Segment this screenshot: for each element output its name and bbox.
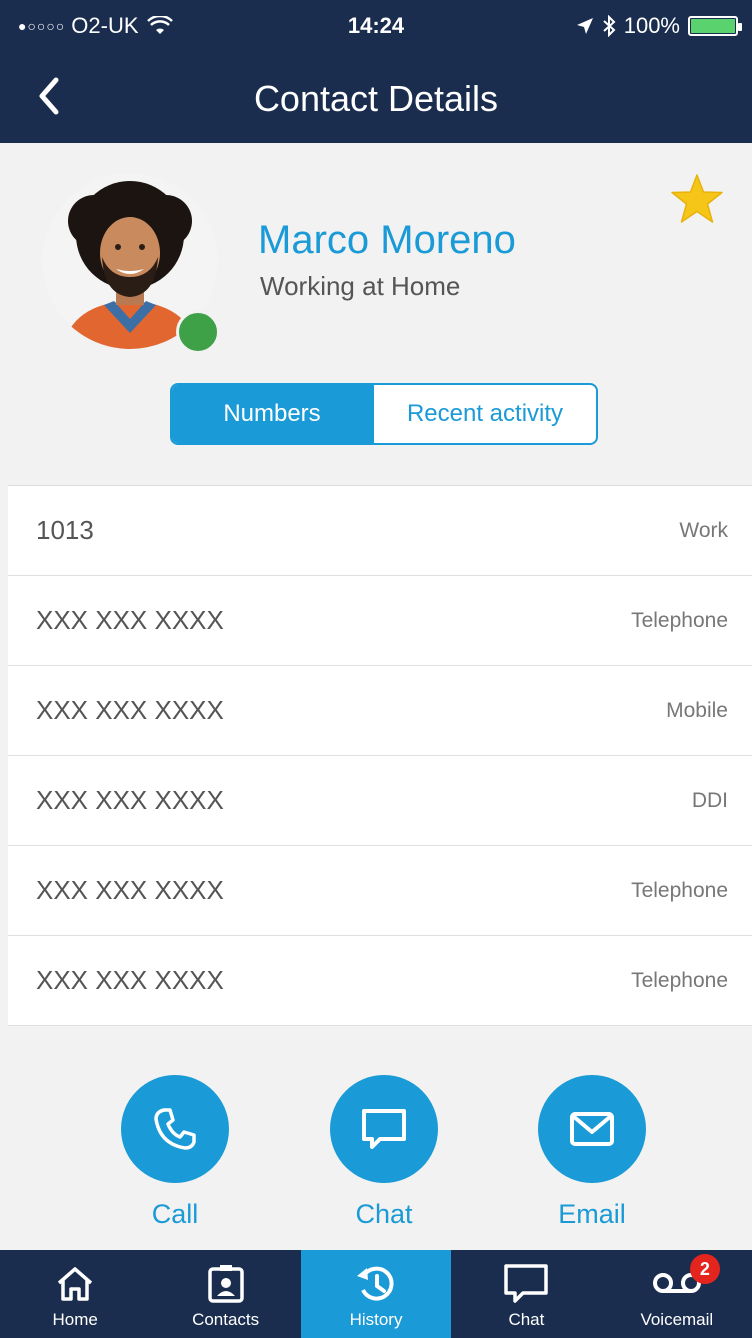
email-circle [538, 1075, 646, 1183]
status-bar: ●○○○○ O2-UK 14:24 100% [0, 0, 752, 50]
number-type: Mobile [666, 698, 728, 722]
number-value: XXX XXX XXXX [36, 785, 224, 815]
status-right: 100% [576, 13, 742, 39]
header: Contact Details [0, 50, 752, 143]
home-icon [58, 1267, 93, 1301]
chat-button[interactable]: Chat [330, 1075, 438, 1230]
envelope-icon [570, 1112, 614, 1146]
number-type: DDI [691, 788, 728, 812]
contacts-icon [207, 1265, 244, 1303]
number-row-telephone-2[interactable]: XXX XXX XXXX Telephone [8, 846, 752, 936]
number-type: Telephone [631, 968, 728, 992]
numbers-list: 1013 Work XXX XXX XXXX Telephone XXX XXX… [8, 485, 752, 1026]
number-value: XXX XXX XXXX [36, 605, 224, 635]
battery-percent: 100% [623, 13, 680, 38]
location-arrow-icon [576, 18, 593, 34]
history-icon [357, 1266, 394, 1301]
chat-icon [504, 1264, 549, 1303]
number-value: XXX XXX XXXX [36, 965, 224, 995]
segment-recent-activity[interactable]: Recent activity [372, 385, 596, 443]
phone-icon [154, 1108, 196, 1150]
top-bar: ●○○○○ O2-UK 14:24 100% Contact Details [0, 0, 752, 143]
page-title: Contact Details [253, 78, 499, 119]
email-label: Email [558, 1199, 626, 1229]
call-circle [121, 1075, 229, 1183]
tab-home[interactable]: Home [0, 1250, 150, 1338]
number-row-mobile[interactable]: XXX XXX XXXX Mobile [8, 666, 752, 756]
bluetooth-icon [603, 15, 616, 37]
tab-chat[interactable]: Chat [451, 1250, 601, 1338]
tab-bar: Home Contacts History Chat 2 Voicemail [0, 1250, 752, 1338]
segment-numbers[interactable]: Numbers [172, 385, 372, 443]
tab-label: Home [52, 1310, 98, 1329]
view-segmented-control: Numbers Recent activity [170, 383, 598, 445]
number-row-telephone[interactable]: XXX XXX XXXX Telephone [8, 576, 752, 666]
battery-icon [688, 16, 742, 36]
call-label: Call [151, 1199, 199, 1229]
voicemail-badge: 2 [689, 1254, 720, 1284]
number-row-telephone-3[interactable]: XXX XXX XXXX Telephone [8, 936, 752, 1026]
tab-label: Chat [508, 1310, 545, 1329]
tab-contacts[interactable]: Contacts [150, 1250, 300, 1338]
favorite-star-icon[interactable] [670, 173, 724, 225]
number-value: 1013 [36, 515, 94, 545]
number-value: XXX XXX XXXX [36, 695, 224, 725]
number-value: XXX XXX XXXX [36, 875, 224, 905]
tab-label: Voicemail [640, 1310, 714, 1329]
tab-label: Contacts [192, 1310, 260, 1329]
number-type: Work [679, 518, 728, 542]
contact-actions: Call Chat Email [0, 1075, 752, 1235]
number-row-work[interactable]: 1013 Work [8, 486, 752, 576]
contact-profile: Marco Moreno Working at Home Numbers Rec… [0, 143, 752, 483]
tab-voicemail[interactable]: 2 Voicemail [602, 1250, 752, 1338]
chat-circle [330, 1075, 438, 1183]
number-type: Telephone [631, 608, 728, 632]
contact-status: Working at Home [260, 271, 461, 301]
contact-name: Marco Moreno [258, 218, 516, 262]
number-type: Telephone [631, 878, 728, 902]
chat-bubble-icon [362, 1109, 406, 1149]
tab-history[interactable]: History [300, 1250, 452, 1338]
presence-indicator [176, 310, 220, 354]
number-row-ddi[interactable]: XXX XXX XXXX DDI [8, 756, 752, 846]
chat-label: Chat [355, 1199, 413, 1229]
call-button[interactable]: Call [121, 1075, 229, 1230]
tab-label: History [349, 1310, 403, 1329]
email-button[interactable]: Email [538, 1075, 646, 1230]
